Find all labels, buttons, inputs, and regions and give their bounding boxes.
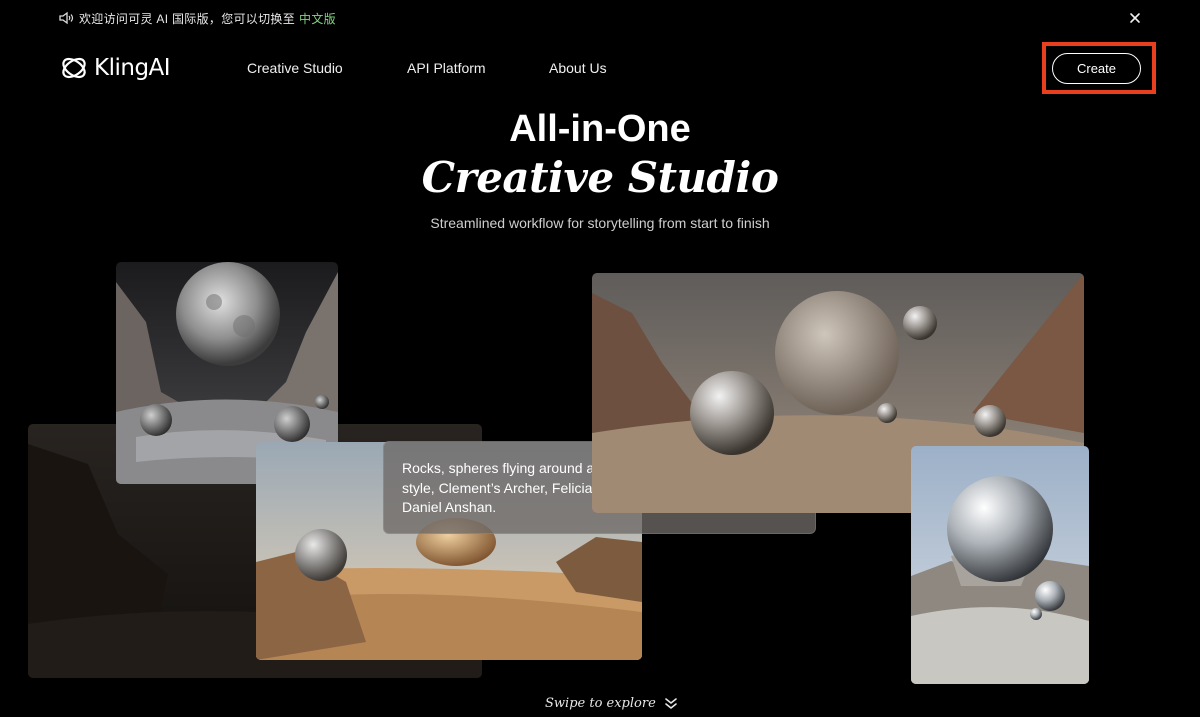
- nav-creative-studio[interactable]: Creative Studio: [247, 60, 343, 76]
- nav-api-platform[interactable]: API Platform: [407, 60, 486, 76]
- hero-subtitle: Streamlined workflow for storytelling fr…: [430, 215, 770, 231]
- logo-text: KlingAI: [94, 55, 171, 81]
- announcement-message: 欢迎访问可灵 AI 国际版，您可以切换至: [79, 12, 296, 26]
- announcement-bar: 欢迎访问可灵 AI 国际版，您可以切换至 中文版: [0, 0, 1200, 36]
- hero-title-line2: Creative Studio: [421, 153, 779, 202]
- kling-logo-icon: [62, 57, 86, 79]
- double-chevron-down-icon: [664, 697, 677, 709]
- swipe-label: Swipe to explore: [545, 696, 656, 711]
- switch-language-link[interactable]: 中文版: [299, 12, 336, 26]
- speaker-icon: [59, 11, 74, 25]
- swipe-to-explore[interactable]: Swipe to explore: [545, 696, 678, 711]
- announcement-text: 欢迎访问可灵 AI 国际版，您可以切换至 中文版: [79, 10, 336, 27]
- hero-title-line1: All-in-One: [509, 108, 691, 150]
- gallery-image-chrome-sphere: [911, 446, 1089, 684]
- nav-about-us[interactable]: About Us: [549, 60, 607, 76]
- klingai-logo[interactable]: KlingAI: [59, 53, 171, 83]
- close-icon[interactable]: [1126, 9, 1144, 27]
- create-button[interactable]: Create: [1052, 53, 1141, 84]
